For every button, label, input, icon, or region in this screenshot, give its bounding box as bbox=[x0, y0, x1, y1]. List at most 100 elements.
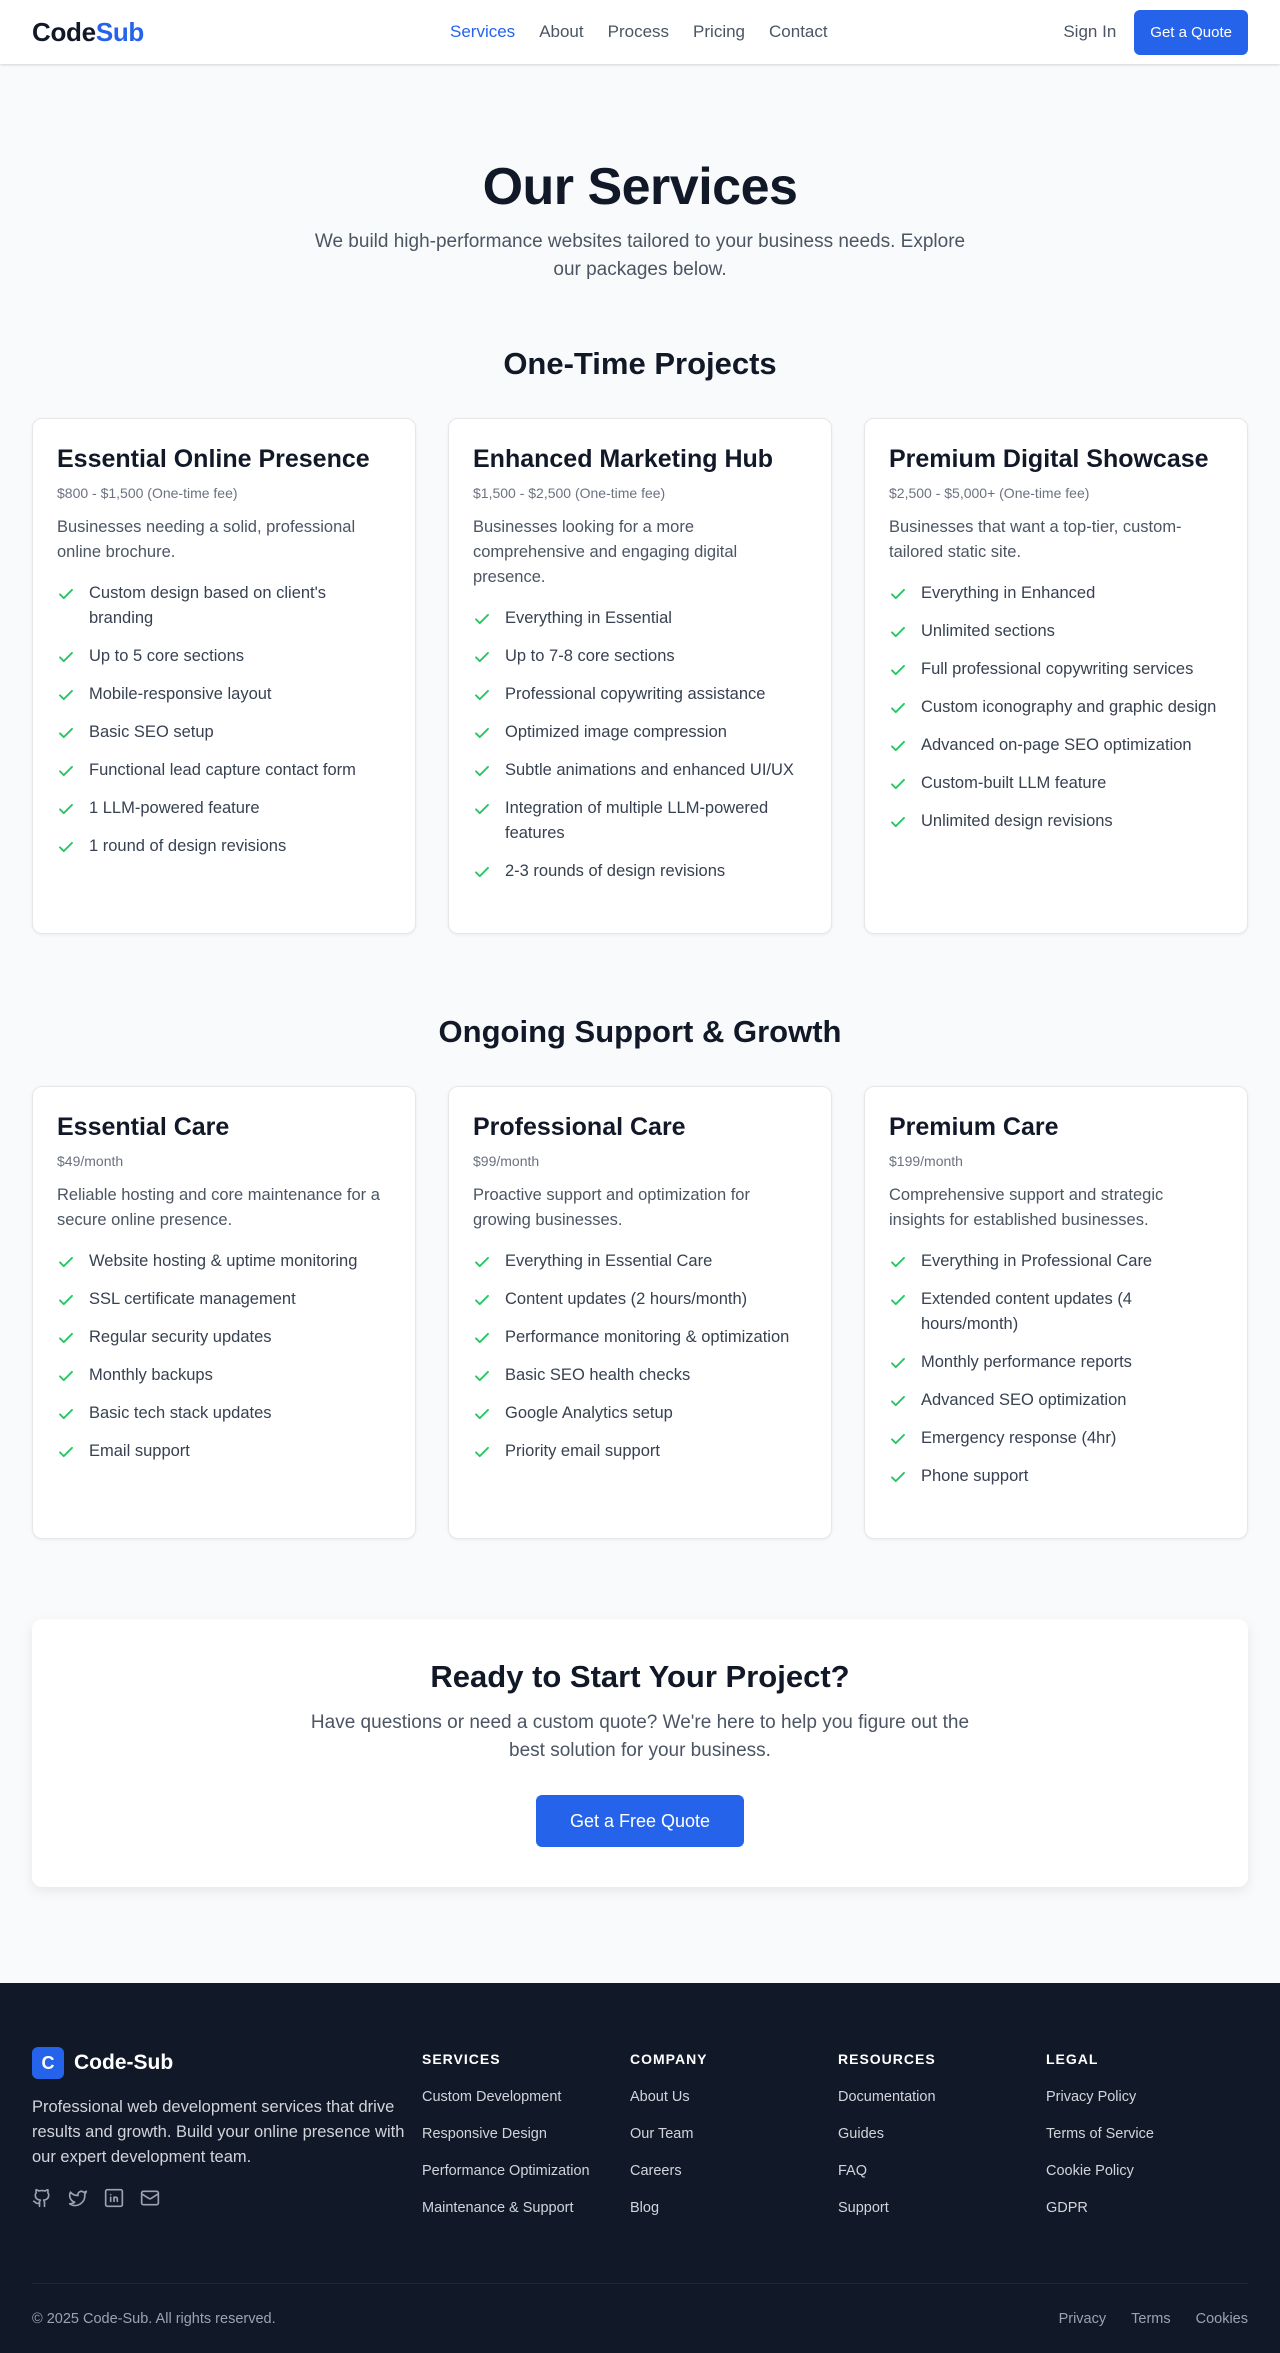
feature-item: 2-3 rounds of design revisions bbox=[473, 859, 807, 884]
get-quote-button[interactable]: Get a Quote bbox=[1134, 9, 1248, 55]
feature-item: Content updates (2 hours/month) bbox=[473, 1287, 807, 1312]
check-icon bbox=[475, 728, 489, 739]
feature-list: Everything in Professional Care Extended … bbox=[889, 1249, 1223, 1489]
footer-link-careers[interactable]: Careers bbox=[630, 2163, 838, 2179]
feature-text: SSL certificate management bbox=[89, 1290, 296, 1309]
feature-item: Emergency response (4hr) bbox=[889, 1426, 1223, 1451]
check-icon bbox=[891, 1358, 905, 1369]
pricing-card-premium-digital-showcase: Premium Digital Showcase $2,500 - $5,000+… bbox=[864, 418, 1248, 935]
feature-text: Unlimited design revisions bbox=[921, 812, 1113, 831]
mail-icon[interactable] bbox=[140, 2188, 160, 2213]
footer-link-custom-development[interactable]: Custom Development bbox=[422, 2089, 630, 2105]
feature-text: Professional copywriting assistance bbox=[505, 685, 766, 704]
footer-cookies-link[interactable]: Cookies bbox=[1196, 2311, 1248, 2327]
check-icon bbox=[59, 652, 73, 663]
feature-text: Phone support bbox=[921, 1467, 1029, 1486]
social-links bbox=[32, 2188, 422, 2213]
footer-link-gdpr[interactable]: GDPR bbox=[1046, 2200, 1254, 2216]
card-price: $2,500 - $5,000+ (One-time fee) bbox=[889, 485, 1090, 502]
check-icon bbox=[475, 1409, 489, 1420]
feature-text: Performance monitoring & optimization bbox=[505, 1328, 790, 1347]
footer-privacy-link[interactable]: Privacy bbox=[1059, 2311, 1107, 2327]
feature-text: Everything in Essential Care bbox=[505, 1252, 713, 1271]
footer-link-cookie-policy[interactable]: Cookie Policy bbox=[1046, 2163, 1254, 2179]
footer-link-blog[interactable]: Blog bbox=[630, 2200, 838, 2216]
card-description: Businesses that want a top-tier, custom-… bbox=[889, 518, 1182, 562]
feature-text: Up to 7-8 core sections bbox=[505, 647, 675, 666]
feature-item: Priority email support bbox=[473, 1439, 807, 1464]
feature-item: Email support bbox=[57, 1439, 391, 1464]
footer-column-title: RESOURCES bbox=[838, 2051, 936, 2068]
card-title: Professional Care bbox=[473, 1113, 686, 1142]
nav-link-process[interactable]: Process bbox=[608, 22, 669, 42]
feature-item: 1 round of design revisions bbox=[57, 834, 391, 859]
card-price: $99/month bbox=[473, 1153, 540, 1170]
footer-link-faq[interactable]: FAQ bbox=[838, 2163, 1046, 2179]
check-icon bbox=[59, 804, 73, 815]
feature-text: 1 round of design revisions bbox=[89, 837, 287, 856]
footer-link-maintenance-support[interactable]: Maintenance & Support bbox=[422, 2200, 630, 2216]
footer-link-terms-of-service[interactable]: Terms of Service bbox=[1046, 2126, 1254, 2142]
footer-column-title: COMPANY bbox=[630, 2051, 708, 2068]
page-subtitle: We build high-performance websites tailo… bbox=[314, 231, 966, 281]
feature-list: Custom design based on client's branding… bbox=[57, 581, 391, 859]
logo[interactable]: CodeSub bbox=[32, 17, 144, 48]
card-price: $1,500 - $2,500 (One-time fee) bbox=[473, 485, 666, 502]
check-icon bbox=[891, 1396, 905, 1407]
pricing-card-professional-care: Professional Care $99/month Proactive supp… bbox=[448, 1086, 832, 1540]
linkedin-icon[interactable] bbox=[104, 2188, 124, 2213]
footer-link-responsive-design[interactable]: Responsive Design bbox=[422, 2126, 630, 2142]
check-icon bbox=[891, 1434, 905, 1445]
footer-link-guides[interactable]: Guides bbox=[838, 2126, 1046, 2142]
feature-item: Basic tech stack updates bbox=[57, 1401, 391, 1426]
footer-link-privacy-policy[interactable]: Privacy Policy bbox=[1046, 2089, 1254, 2105]
feature-text: Google Analytics setup bbox=[505, 1404, 673, 1423]
feature-item: Google Analytics setup bbox=[473, 1401, 807, 1426]
feature-text: Content updates (2 hours/month) bbox=[505, 1290, 748, 1309]
ongoing-support-title: Ongoing Support & Growth bbox=[438, 1014, 842, 1050]
footer-terms-link[interactable]: Terms bbox=[1131, 2311, 1170, 2327]
feature-item: Unlimited sections bbox=[889, 619, 1223, 644]
feature-text: Extended content updates (4 hours/month) bbox=[921, 1290, 1132, 1334]
footer-link-about-us[interactable]: About Us bbox=[630, 2089, 838, 2105]
footer-link-support[interactable]: Support bbox=[838, 2200, 1046, 2216]
card-title: Premium Digital Showcase bbox=[889, 445, 1209, 474]
nav-link-about[interactable]: About bbox=[539, 22, 583, 42]
one-time-cards: Essential Online Presence $800 - $1,500 (… bbox=[0, 418, 1280, 935]
get-free-quote-button[interactable]: Get a Free Quote bbox=[536, 1795, 744, 1848]
card-price: $800 - $1,500 (One-time fee) bbox=[57, 485, 238, 502]
feature-text: Priority email support bbox=[505, 1442, 660, 1461]
feature-item: Everything in Professional Care bbox=[889, 1249, 1223, 1274]
card-description: Proactive support and optimization for g… bbox=[473, 1186, 750, 1230]
nav-link-services[interactable]: Services bbox=[450, 22, 515, 42]
feature-text: Advanced SEO optimization bbox=[921, 1391, 1127, 1410]
logo-accent: Sub bbox=[95, 16, 145, 47]
footer-columns: SERVICES Custom Development Responsive Des… bbox=[422, 2047, 1254, 2237]
feature-item: Regular security updates bbox=[57, 1325, 391, 1350]
feature-item: Full professional copywriting services bbox=[889, 657, 1223, 682]
feature-text: 1 LLM-powered feature bbox=[89, 799, 260, 818]
nav-link-pricing[interactable]: Pricing bbox=[693, 22, 745, 42]
check-icon bbox=[891, 779, 905, 790]
feature-text: Basic SEO setup bbox=[89, 723, 214, 742]
check-icon bbox=[475, 867, 489, 878]
footer-link-performance-optimization[interactable]: Performance Optimization bbox=[422, 2163, 630, 2179]
check-icon bbox=[891, 627, 905, 638]
card-title: Essential Online Presence bbox=[57, 445, 370, 474]
feature-text: Emergency response (4hr) bbox=[921, 1429, 1117, 1448]
nav-link-contact[interactable]: Contact bbox=[769, 22, 828, 42]
footer-column-legal: LEGAL Privacy Policy Terms of Service Cooki… bbox=[1046, 2047, 1254, 2237]
check-icon bbox=[475, 804, 489, 815]
sign-in-link[interactable]: Sign In bbox=[1063, 22, 1116, 42]
footer-link-our-team[interactable]: Our Team bbox=[630, 2126, 838, 2142]
github-icon[interactable] bbox=[32, 2188, 52, 2213]
check-icon bbox=[891, 817, 905, 828]
footer-logo[interactable]: C Code-Sub bbox=[32, 2047, 422, 2080]
twitter-icon[interactable] bbox=[68, 2188, 88, 2213]
check-icon bbox=[475, 1295, 489, 1306]
feature-list: Everything in Essential Up to 7-8 core se… bbox=[473, 606, 807, 884]
feature-item: Up to 7-8 core sections bbox=[473, 644, 807, 669]
feature-item: Integration of multiple LLM-powered feat… bbox=[473, 796, 807, 846]
footer-link-documentation[interactable]: Documentation bbox=[838, 2089, 1046, 2105]
nav-links: Services About Process Pricing Contact bbox=[450, 22, 828, 42]
